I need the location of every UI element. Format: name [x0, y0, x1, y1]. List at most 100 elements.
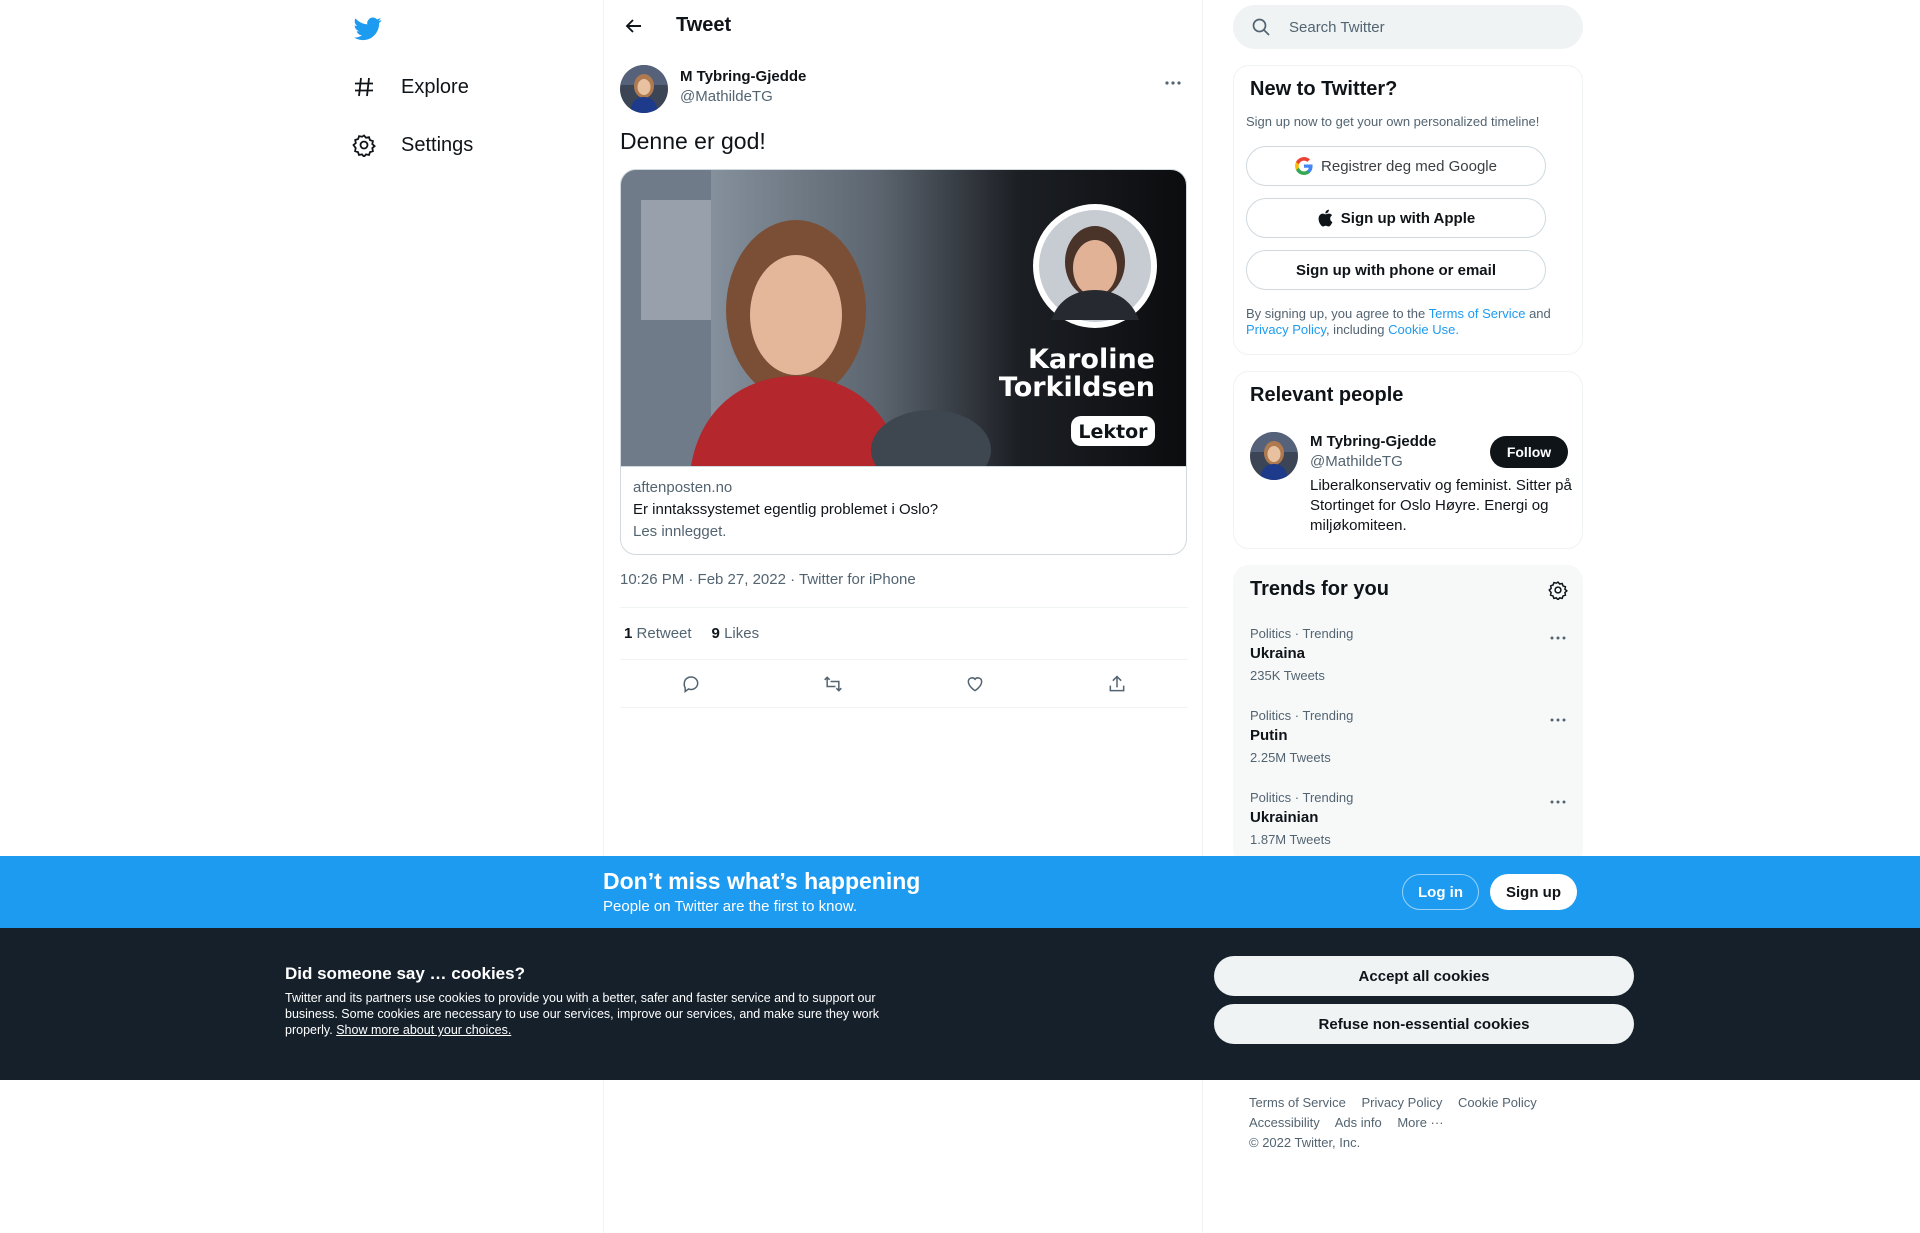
footer-terms-link[interactable]: Terms of Service [1249, 1095, 1346, 1110]
avatar[interactable] [1250, 432, 1298, 480]
trend-more-button[interactable] [1546, 790, 1570, 814]
footer-ads-link[interactable]: Ads info [1335, 1115, 1382, 1130]
search-input[interactable] [1289, 5, 1569, 49]
trend-more-button[interactable] [1546, 708, 1570, 732]
ellipsis-icon [1550, 718, 1566, 722]
trends-panel: Trends for you Politics · Trending Ukrai… [1233, 565, 1583, 865]
new-to-twitter-title: New to Twitter? [1250, 78, 1398, 100]
footer-copyright: © 2022 Twitter, Inc. [1249, 1135, 1361, 1150]
tweet-text: Denne er god! [620, 128, 766, 154]
nav-explore-label: Explore [401, 75, 469, 98]
trend-name: Ukrainian [1250, 809, 1319, 826]
share-button[interactable] [1099, 666, 1135, 702]
back-button[interactable] [616, 8, 652, 44]
reply-icon [683, 675, 699, 693]
trend-item[interactable]: Politics · Trending Ukraina 235K Tweets [1250, 626, 1570, 708]
person-name[interactable]: M Tybring-Gjedde [1310, 433, 1436, 450]
nav-settings-label: Settings [401, 133, 474, 156]
new-to-twitter-panel: New to Twitter? Sign up now to get your … [1233, 65, 1583, 355]
tweet-header: Tweet [604, 0, 1204, 53]
twitter-bird-icon[interactable] [351, 12, 385, 46]
avatar[interactable] [620, 65, 668, 113]
cta-subtitle: People on Twitter are the first to know. [603, 898, 858, 915]
footer-cookie-link[interactable]: Cookie Policy [1458, 1095, 1537, 1110]
phone-signup-button[interactable]: Sign up with phone or email [1246, 250, 1546, 290]
likes-stat[interactable]: 9 Likes [712, 625, 760, 642]
heart-icon [967, 676, 983, 692]
author-handle[interactable]: @MathildeTG [680, 88, 773, 105]
arrow-left-icon [625, 19, 641, 33]
search-bar[interactable] [1233, 5, 1583, 49]
legal-including: , including [1325, 322, 1385, 337]
apple-icon [1318, 209, 1333, 227]
retweet-button[interactable] [815, 666, 851, 702]
retweets-label: Retweet [636, 625, 692, 642]
apple-signup-button[interactable]: Sign up with Apple [1246, 198, 1546, 238]
card-title: Er inntakssystemet egentlig problemet i … [633, 501, 939, 518]
trend-context: Politics · Trending [1250, 708, 1354, 723]
footer-links: Terms of Service Privacy Policy Cookie P… [1249, 1093, 1569, 1153]
card-image-badge: Lektor [1078, 421, 1148, 443]
trend-more-button[interactable] [1546, 626, 1570, 650]
cookie-use-link[interactable]: Cookie Use. [1388, 322, 1459, 337]
author-name[interactable]: M Tybring-Gjedde [680, 68, 806, 85]
legal-text-1: By signing up, you agree to the [1246, 306, 1426, 321]
card-image-name-line1: Karoline [1028, 344, 1155, 375]
terms-link[interactable]: Terms of Service [1429, 306, 1526, 321]
tweet-actions [620, 660, 1188, 708]
tweet-timestamp[interactable]: 10:26 PM · Feb 27, 2022 · Twitter for iP… [620, 571, 916, 588]
trends-settings-button[interactable] [1548, 580, 1568, 605]
retweets-count: 1 [624, 625, 633, 642]
google-icon [1295, 157, 1313, 175]
trend-context: Politics · Trending [1250, 790, 1354, 805]
more-options-button[interactable] [1158, 68, 1188, 98]
retweet-icon [824, 675, 842, 692]
trend-name: Ukraina [1250, 645, 1306, 662]
person-bio: Liberalkonservativ og feminist. Sitter p… [1310, 477, 1572, 534]
nav-explore[interactable]: Explore [351, 63, 469, 111]
trends-title: Trends for you [1250, 578, 1389, 600]
signup-legal-text: By signing up, you agree to the Terms of… [1246, 306, 1566, 338]
cookie-text: Twitter and its partners use cookies to … [285, 990, 895, 1038]
trend-context: Politics · Trending [1250, 626, 1354, 641]
cookie-more-link[interactable]: Show more about your choices. [336, 1023, 511, 1037]
nav-settings[interactable]: Settings [351, 121, 473, 169]
relevant-people-panel: Relevant people M Tybring-Gjedde @Mathil… [1233, 371, 1583, 549]
ellipsis-icon [1550, 800, 1566, 804]
share-icon [1109, 674, 1125, 691]
login-button[interactable]: Log in [1402, 874, 1479, 910]
footer-more-link[interactable]: More ··· [1397, 1115, 1443, 1130]
person-handle[interactable]: @MathildeTG [1310, 453, 1403, 470]
legal-and: and [1529, 306, 1551, 321]
trend-name: Putin [1250, 727, 1288, 744]
google-signup-button[interactable]: Registrer deg med Google [1246, 146, 1546, 186]
link-card[interactable]: Karoline Torkildsen Lektor aftenposten.n… [620, 169, 1187, 555]
likes-label: Likes [724, 625, 760, 642]
phone-signup-label: Sign up with phone or email [1295, 261, 1496, 279]
footer-privacy-link[interactable]: Privacy Policy [1361, 1095, 1442, 1110]
reply-button[interactable] [673, 666, 709, 702]
cookie-title: Did someone say … cookies? [285, 964, 525, 983]
search-icon [1251, 17, 1271, 42]
footer-accessibility-link[interactable]: Accessibility [1249, 1115, 1320, 1130]
accept-cookies-button[interactable]: Accept all cookies [1214, 956, 1634, 996]
likes-count: 9 [711, 625, 720, 642]
signup-cta-bar: Don’t miss what’s happening People on Tw… [0, 856, 1920, 928]
cta-title: Don’t miss what’s happening [603, 868, 921, 894]
follow-button[interactable]: Follow [1490, 436, 1568, 468]
tweet-stats: 1 Retweet 9 Likes [620, 607, 1188, 660]
new-to-twitter-subtitle: Sign up now to get your own personalized… [1246, 114, 1540, 129]
signup-button[interactable]: Sign up [1490, 874, 1577, 910]
gear-icon [351, 132, 377, 158]
refuse-cookies-button[interactable]: Refuse non-essential cookies [1214, 1004, 1634, 1044]
trend-item[interactable]: Politics · Trending Putin 2.25M Tweets [1250, 708, 1570, 790]
ellipsis-icon [1550, 636, 1566, 640]
retweets-stat[interactable]: 1 Retweet [624, 625, 692, 642]
page-title: Tweet [676, 14, 732, 36]
gear-icon [1548, 581, 1568, 601]
card-meta: aftenposten.no Er inntakssystemet egentl… [621, 466, 1186, 554]
google-signup-label: Registrer deg med Google [1321, 157, 1497, 175]
like-button[interactable] [957, 666, 993, 702]
apple-signup-label: Sign up with Apple [1340, 209, 1476, 227]
privacy-link[interactable]: Privacy Policy [1246, 322, 1326, 337]
